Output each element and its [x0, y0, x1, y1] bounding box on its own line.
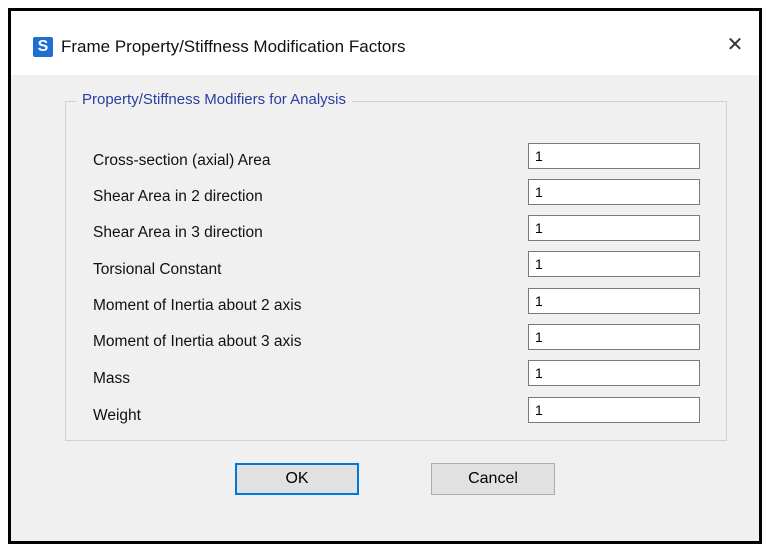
label-mass: Mass — [93, 370, 131, 387]
torsional-constant-input[interactable] — [528, 251, 700, 277]
label-moment-inertia-2: Moment of Inertia about 2 axis — [93, 297, 302, 314]
moment-inertia-2-input[interactable] — [528, 288, 700, 314]
group-title: Property/Stiffness Modifiers for Analysi… — [76, 91, 352, 108]
sap2000-app-icon: S — [33, 37, 53, 57]
cross-section-area-input[interactable] — [528, 143, 700, 169]
dialog-window: S Frame Property/Stiffness Modification … — [8, 8, 762, 544]
shear-area-2-input[interactable] — [528, 179, 700, 205]
weight-input[interactable] — [528, 397, 700, 423]
label-shear-area-3: Shear Area in 3 direction — [93, 224, 263, 241]
dialog-title: Frame Property/Stiffness Modification Fa… — [61, 37, 406, 56]
modifiers-group: Property/Stiffness Modifiers for Analysi… — [65, 91, 727, 441]
cancel-button[interactable]: Cancel — [431, 463, 555, 495]
label-cross-section-area: Cross-section (axial) Area — [93, 152, 271, 169]
label-torsional-constant: Torsional Constant — [93, 261, 222, 278]
ok-button[interactable]: OK — [235, 463, 359, 495]
mass-input[interactable] — [528, 360, 700, 386]
label-moment-inertia-3: Moment of Inertia about 3 axis — [93, 333, 302, 350]
close-icon[interactable]: ✕ — [721, 33, 749, 57]
moment-inertia-3-input[interactable] — [528, 324, 700, 350]
title-bar: S Frame Property/Stiffness Modification … — [11, 11, 759, 75]
label-shear-area-2: Shear Area in 2 direction — [93, 188, 263, 205]
label-weight: Weight — [93, 407, 141, 424]
shear-area-3-input[interactable] — [528, 215, 700, 241]
